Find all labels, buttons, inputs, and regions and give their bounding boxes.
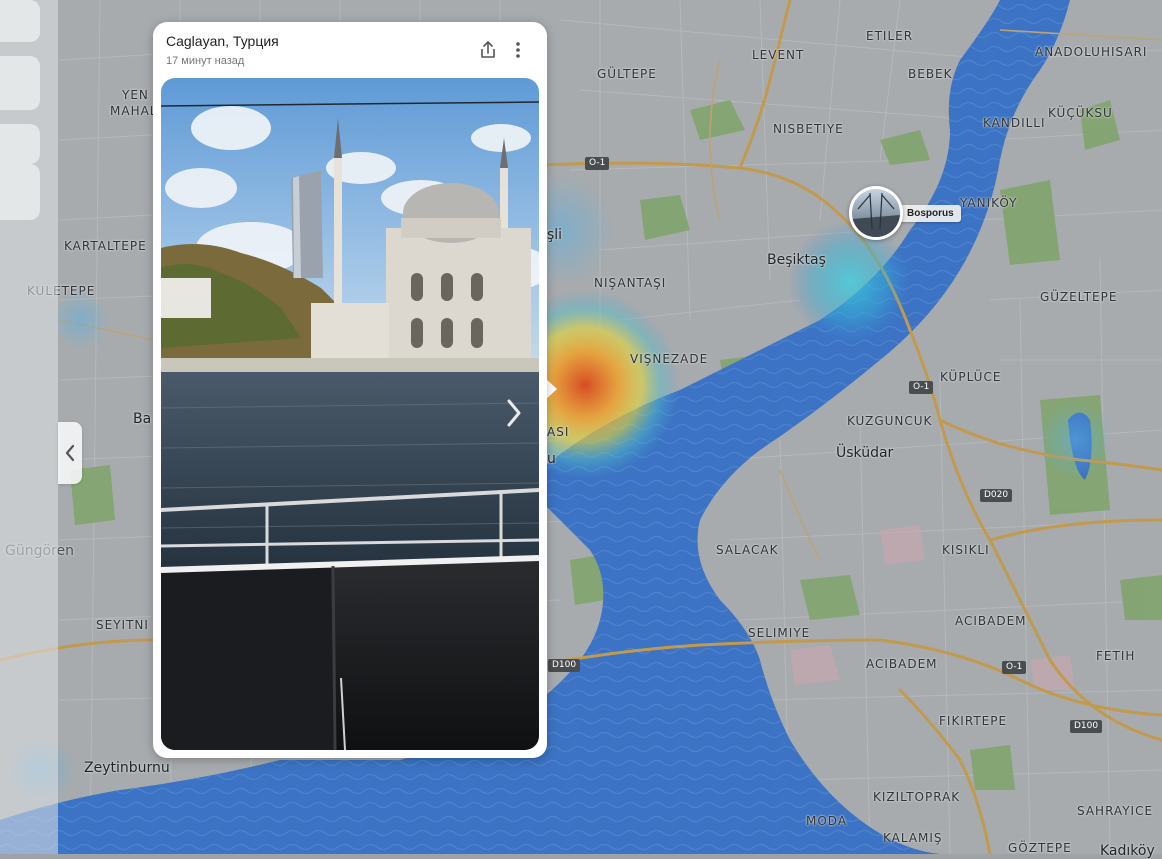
- photo-marker-bosporus[interactable]: Bosporus: [849, 186, 961, 240]
- share-button[interactable]: [479, 40, 497, 60]
- road-shield-d020: D020: [980, 489, 1013, 502]
- road-shield-o1: O-1: [1002, 661, 1027, 674]
- map-label-sisli: şli: [547, 227, 563, 243]
- side-panel-button[interactable]: [0, 56, 40, 110]
- map-label-yen: YEN: [122, 88, 149, 102]
- map-label-salacak: SALACAK: [716, 543, 779, 557]
- map-label-selimiye: SELIMIYE: [748, 626, 811, 640]
- map-label-kandilli: KANDILLI: [983, 116, 1046, 130]
- side-panel-button[interactable]: [0, 124, 40, 164]
- post-photo[interactable]: [161, 78, 539, 750]
- map-label-kisikli: KISIKLI: [942, 543, 990, 557]
- map-label-mahal: MAHAL: [110, 104, 158, 118]
- map-label-besiktas: Beşiktaş: [767, 252, 826, 268]
- map-label-seyitni: SEYITNI: [96, 618, 149, 632]
- map-label-fetih: FETIH: [1096, 649, 1136, 663]
- map-label-zeytinburnu: Zeytinburnu: [84, 760, 170, 776]
- photo-popup-card: Caglayan, Турция 17 минут назад: [153, 22, 547, 758]
- map-label-guzeltepe: GÜZELTEPE: [1040, 290, 1118, 304]
- map-label-etiler: ETILER: [866, 29, 914, 43]
- card-timestamp: 17 минут назад: [166, 55, 245, 67]
- next-photo-button[interactable]: [503, 396, 525, 430]
- map-label-moda: MODA: [806, 814, 848, 828]
- map-label-kadikoy: Kadıköy: [1100, 843, 1155, 859]
- card-title: Caglayan, Турция: [166, 33, 279, 49]
- road-shield-o1: O-1: [909, 381, 934, 394]
- map-label-kartaltepe: KARTALTEPE: [64, 239, 147, 253]
- map-label-kuplice: KÜPLÜCE: [940, 370, 1002, 384]
- map-label-ba: Ba: [133, 411, 152, 427]
- map-label-nisantasi: NIŞANTAŞI: [594, 276, 667, 290]
- map-label-u: u: [547, 451, 556, 467]
- collapse-panel-button[interactable]: [58, 422, 82, 484]
- road-shield-d100: D100: [1070, 720, 1103, 733]
- map-label-kucuksu: KÜÇÜKSU: [1048, 106, 1113, 120]
- map-label-fikirtepe: FIKIRTEPE: [939, 714, 1008, 728]
- share-icon: [481, 41, 495, 58]
- map-label-acibadem-2: ACIBADEM: [866, 657, 938, 671]
- map-label-visnezade: VIŞNEZADE: [630, 352, 709, 366]
- marker-thumbnail: [849, 186, 903, 240]
- map-label-bebek: BEBEK: [908, 67, 953, 81]
- map-label-uskudar: Üsküdar: [836, 445, 894, 461]
- marker-label: Bosporus: [897, 204, 961, 222]
- map-label-kiziltoprak: KIZILTOPRAK: [873, 790, 961, 804]
- map-label-levent: LEVENT: [752, 48, 805, 62]
- map-label-gultepe: GÜLTEPE: [597, 67, 657, 81]
- chevron-left-icon: [65, 444, 75, 462]
- map-label-acibadem-1: ACIBADEM: [955, 614, 1027, 628]
- road-shield-d100: D100: [548, 659, 581, 672]
- map-label-yanikoy: YANIKÖY: [960, 196, 1018, 210]
- chevron-right-icon: [507, 399, 521, 427]
- map-label-sahrayice: SAHRAYICE: [1077, 804, 1154, 818]
- map-label-goztepe: GÖZTEPE: [1008, 841, 1072, 855]
- map-label-asi: ASI: [547, 425, 570, 439]
- road-shield-o1: O-1: [585, 157, 610, 170]
- more-options-button[interactable]: [511, 40, 525, 60]
- left-side-panel: [0, 0, 58, 854]
- map-label-anadoluhisari: ANADOLUHISARI: [1035, 45, 1148, 59]
- more-vertical-icon: [516, 42, 520, 58]
- side-panel-button[interactable]: [0, 0, 40, 42]
- map-label-nisbetiye: NISBETIYE: [773, 122, 844, 136]
- side-panel-button[interactable]: [0, 164, 40, 220]
- map-label-kuzguncuk: KUZGUNCUK: [847, 414, 933, 428]
- map-label-kalamis: KALAMIŞ: [883, 831, 943, 845]
